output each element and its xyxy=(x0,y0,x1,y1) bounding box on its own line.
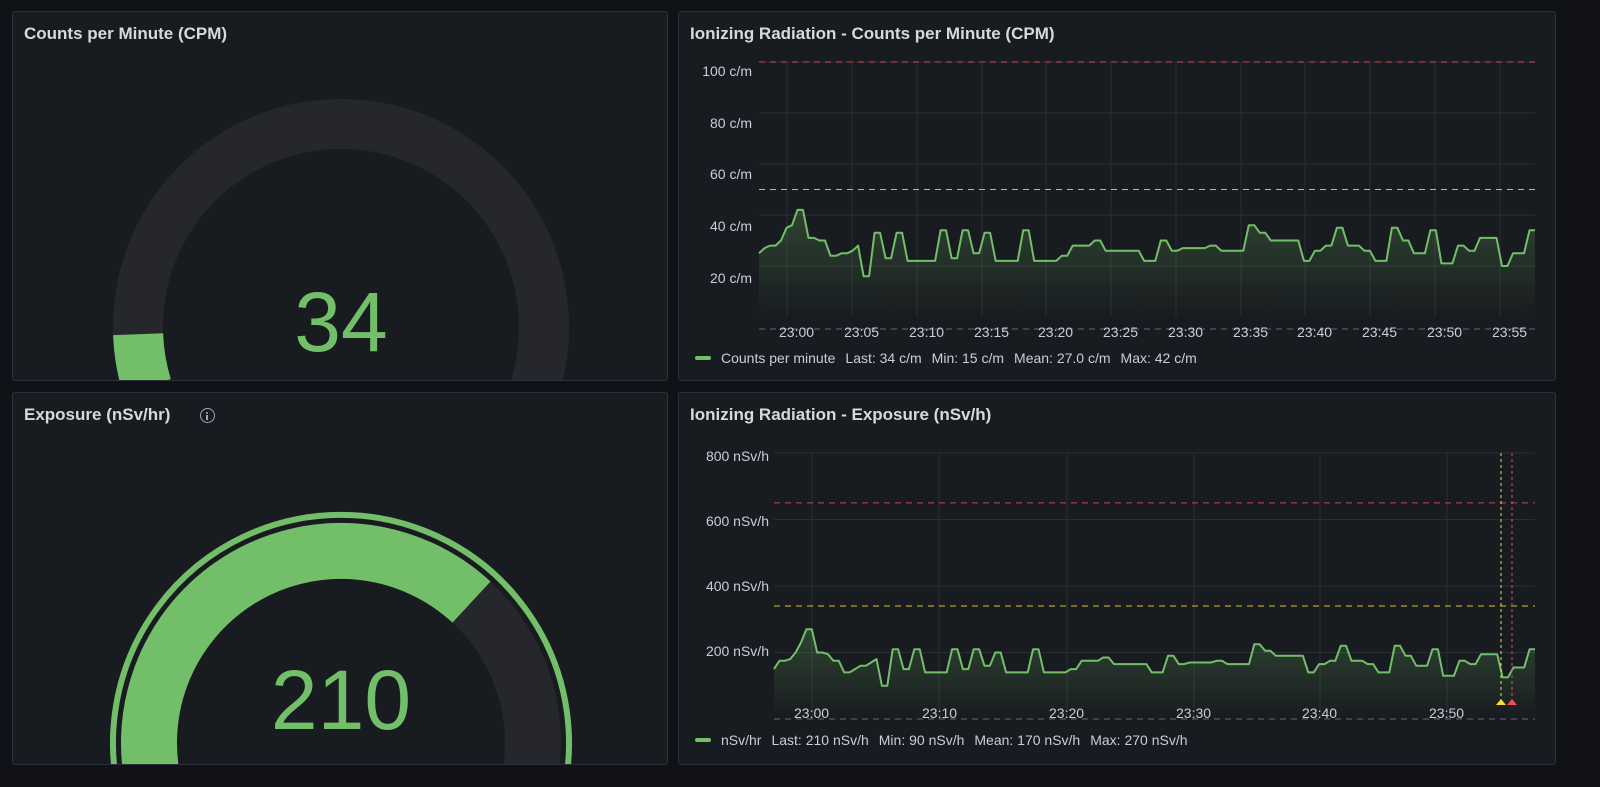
legend-swatch xyxy=(695,738,711,742)
x-tick-label: 23:45 xyxy=(1362,324,1398,340)
x-tick-label: 23:05 xyxy=(844,324,880,340)
x-tick-label: 23:00 xyxy=(779,324,815,340)
x-tick-label: 23:10 xyxy=(922,705,958,721)
legend-max: Max: 42 c/m xyxy=(1120,350,1197,366)
legend-series-name: Counts per minute xyxy=(721,350,836,366)
x-tick-label: 23:50 xyxy=(1429,705,1465,721)
x-tick-label: 23:30 xyxy=(1168,324,1204,340)
series-area xyxy=(759,209,1535,317)
x-tick-label: 23:40 xyxy=(1302,705,1338,721)
x-tick-label: 23:30 xyxy=(1176,705,1212,721)
gauge-value: 210 xyxy=(270,653,412,747)
legend-swatch xyxy=(695,356,711,360)
legend-mean: Mean: 170 nSv/h xyxy=(974,732,1081,748)
x-tick-label: 23:10 xyxy=(909,324,945,340)
x-tick-label: 23:15 xyxy=(974,324,1010,340)
exposure-chart-panel[interactable]: Ionizing Radiation - Exposure (nSv/h) 80… xyxy=(678,392,1556,765)
cpm-gauge-panel[interactable]: Counts per Minute (CPM) 34 xyxy=(12,11,668,381)
exposure-gauge-panel[interactable]: Exposure (nSv/hr) 210 xyxy=(12,392,668,765)
x-tick-label: 23:50 xyxy=(1427,324,1463,340)
chart-legend[interactable]: Counts per minute Last: 34 c/m Min: 15 c… xyxy=(695,350,1197,366)
x-tick-label: 23:40 xyxy=(1297,324,1333,340)
legend-max: Max: 270 nSv/h xyxy=(1090,732,1188,748)
legend-last: Last: 210 nSv/h xyxy=(771,732,869,748)
x-tick-label: 23:20 xyxy=(1049,705,1085,721)
x-tick-label: 23:25 xyxy=(1103,324,1139,340)
x-tick-label: 23:35 xyxy=(1233,324,1269,340)
legend-last: Last: 34 c/m xyxy=(845,350,922,366)
x-tick-label: 23:55 xyxy=(1492,324,1528,340)
chart-legend[interactable]: nSv/hr Last: 210 nSv/h Min: 90 nSv/h Mea… xyxy=(695,732,1188,748)
gauge-value: 34 xyxy=(294,275,388,369)
x-tick-label: 23:00 xyxy=(794,705,830,721)
x-tick-label: 23:20 xyxy=(1038,324,1074,340)
legend-mean: Mean: 27.0 c/m xyxy=(1014,350,1111,366)
legend-min: Min: 15 c/m xyxy=(931,350,1005,366)
legend-series-name: nSv/hr xyxy=(721,732,762,748)
cpm-chart-panel[interactable]: Ionizing Radiation - Counts per Minute (… xyxy=(678,11,1556,381)
gauge-fill xyxy=(113,332,171,380)
legend-min: Min: 90 nSv/h xyxy=(878,732,965,748)
